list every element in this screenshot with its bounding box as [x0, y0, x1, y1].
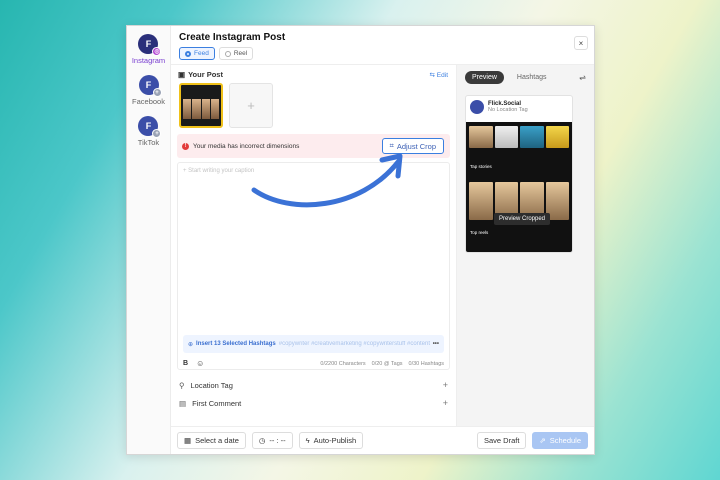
caption-toolbar: B ☺ 0/2200 Characters 0/20 @ Tags 0/30 H… [183, 359, 444, 368]
tab-hashtags[interactable]: Hashtags [510, 71, 554, 84]
adjust-crop-label: Adjust Crop [396, 141, 436, 151]
network-tiktok[interactable]: F + TikTok [137, 116, 162, 147]
caption-box: ⊕ Insert 13 Selected Hashtags #copywrite… [177, 162, 450, 370]
preview-image: Tap stories Top reels [466, 122, 572, 252]
media-thumbnail[interactable] [179, 83, 223, 128]
tag-count: 0/20 @ Tags [371, 360, 403, 367]
preview-panel: Preview Hashtags ⇌ Flick.Social No Locat… [457, 65, 594, 426]
network-facebook[interactable]: F + Facebook [132, 75, 165, 106]
auto-publish-label: Auto-Publish [313, 436, 357, 445]
network-rail: F ◎ Instagram F + Facebook F + TikTok [127, 26, 171, 454]
close-button[interactable]: × [574, 36, 588, 50]
page-title: Create Instagram Post [179, 32, 286, 43]
select-date-button[interactable]: ▦ Select a date [177, 432, 246, 449]
edit-label: Edit [436, 71, 448, 79]
section-title: ▣ Your Post [178, 70, 223, 79]
close-icon: × [578, 38, 584, 48]
emoji-icon[interactable]: ☺ [196, 359, 204, 368]
main-panel: Create Instagram Post Feed Reel × ▣ Your … [171, 26, 594, 454]
plus-icon: + [442, 380, 448, 390]
first-comment-field[interactable]: ▤ First Comment + [171, 394, 456, 412]
error-icon: ! [182, 142, 189, 150]
edit-button[interactable]: ⇆ Edit [430, 71, 448, 79]
your-post-label: Your Post [188, 70, 223, 79]
preview-profile: Flick.Social No Location Tag [466, 96, 572, 118]
caption-counters: 0/2200 Characters 0/20 @ Tags 0/30 Hasht… [320, 361, 444, 367]
tab-preview[interactable]: Preview [465, 71, 504, 84]
preview-cropped-button[interactable]: Preview Cropped [494, 213, 551, 225]
location-text: No Location Tag [488, 107, 528, 113]
hashtag-icon: ⊕ [188, 341, 194, 348]
insert-hashtags-button[interactable]: Insert 13 Selected Hashtags [196, 341, 276, 347]
time-button[interactable]: ◷ -- : -- [251, 432, 293, 449]
calendar-icon: ▦ [184, 436, 192, 445]
create-post-window: F ◎ Instagram F + Facebook F + TikTok Creat… [126, 25, 595, 455]
warning-message: Your media has incorrect dimensions [193, 142, 300, 150]
radio-icon [185, 50, 191, 57]
editor-body: ▣ Your Post ⇆ Edit + ! Your media has inc… [171, 64, 594, 426]
avatar [470, 100, 484, 114]
bottom-bar: ▦ Select a date ◷ -- : -- ϟ Auto-Publish Sa… [171, 426, 594, 454]
post-type-options: Feed Reel [179, 47, 586, 60]
radio-icon [224, 50, 231, 57]
media-thumbnails: + [171, 81, 456, 134]
first-comment-label: First Comment [192, 398, 242, 408]
clock-icon: ◷ [258, 436, 266, 445]
network-instagram[interactable]: F ◎ Instagram [132, 34, 165, 65]
network-label: TikTok [137, 138, 160, 147]
preview-tabs: Preview Hashtags ⇌ [457, 65, 594, 90]
comment-icon: ▤ [179, 398, 187, 408]
network-label: Facebook [132, 97, 165, 106]
save-draft-button[interactable]: Save Draft [476, 432, 527, 449]
stories-label: Tap stories [470, 164, 492, 169]
network-label: Instagram [131, 56, 166, 65]
select-date-label: Select a date [195, 436, 239, 445]
hashtags-preview: #copywriter #creativemarketing #copywrit… [278, 341, 430, 347]
reel-option[interactable]: Reel [218, 47, 254, 60]
instagram-avatar: F ◎ [138, 34, 162, 56]
bolt-icon: ϟ [305, 436, 310, 445]
plus-icon: + [152, 129, 162, 138]
instagram-preview-card: Flick.Social No Location Tag Tap stories… [465, 95, 573, 253]
auto-publish-button[interactable]: ϟ Auto-Publish [298, 432, 364, 449]
feed-option[interactable]: Feed [179, 47, 215, 60]
hashtag-count: 0/30 Hashtags [408, 360, 444, 367]
menu-icon[interactable]: ⇌ [579, 73, 586, 82]
feed-label: Feed [194, 50, 209, 57]
reels-label: Top reels [470, 230, 489, 235]
add-media-button[interactable]: + [229, 83, 273, 128]
location-tag-field[interactable]: ⚲ Location Tag + [171, 376, 456, 394]
instagram-icon: ◎ [152, 47, 162, 56]
crop-icon: ⌗ [389, 141, 394, 150]
location-pin-icon: ⚲ [179, 380, 185, 390]
media-icon: ▣ [178, 70, 186, 79]
location-tag-label: Location Tag [190, 380, 233, 390]
plus-icon: + [152, 88, 162, 97]
time-label: -- : -- [269, 436, 286, 445]
schedule-button[interactable]: ⇗ Schedule [532, 432, 588, 449]
composer: ▣ Your Post ⇆ Edit + ! Your media has inc… [171, 65, 457, 426]
more-options-icon[interactable]: ••• [433, 341, 439, 347]
your-post-header: ▣ Your Post ⇆ Edit [171, 65, 456, 81]
schedule-label: Schedule [549, 436, 581, 445]
send-icon: ⇗ [539, 436, 546, 445]
tiktok-avatar: F + [138, 116, 162, 138]
caption-input[interactable] [178, 163, 449, 323]
dimension-warning: ! Your media has incorrect dimensions ⌗ A… [177, 134, 450, 158]
facebook-avatar: F + [138, 75, 162, 97]
reel-label: Reel [233, 50, 248, 57]
plus-icon: + [247, 98, 255, 113]
character-count: 0/2200 Characters [320, 360, 366, 367]
hashtag-bar: ⊕ Insert 13 Selected Hashtags #copywrite… [183, 335, 444, 353]
header: Create Instagram Post Feed Reel × [171, 26, 594, 64]
plus-icon: + [442, 398, 448, 408]
bold-button[interactable]: B [183, 360, 188, 367]
edit-icon: ⇆ [429, 71, 437, 79]
adjust-crop-button[interactable]: ⌗ Adjust Crop [381, 138, 444, 154]
